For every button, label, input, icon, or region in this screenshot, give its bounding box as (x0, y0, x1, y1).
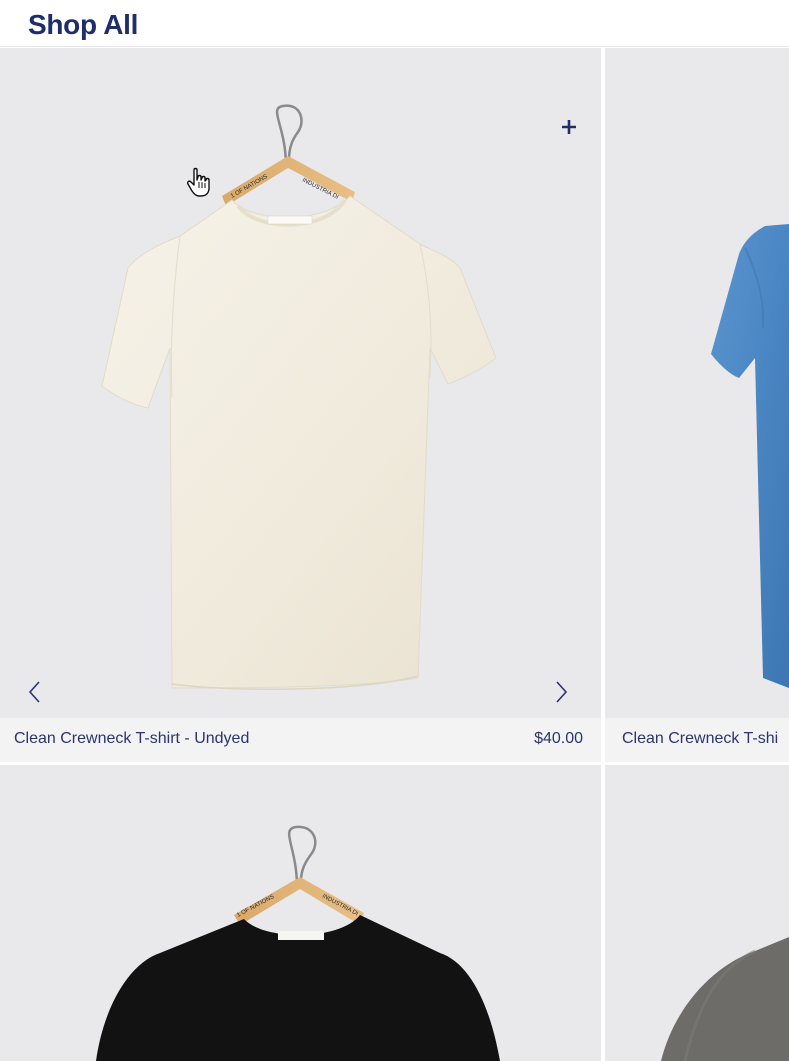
hanger-label-left: 1 OF NATIONS (230, 174, 269, 200)
chevron-left-icon (28, 681, 40, 703)
product-card-image[interactable]: INDUSTRIA DI 1 OF NATIONS (0, 48, 601, 718)
plus-icon (562, 120, 576, 134)
add-to-cart-button[interactable] (556, 114, 582, 140)
hanger-label-right: INDUSTRIA DI (321, 893, 359, 917)
header: Shop All (0, 0, 789, 47)
page-title: Shop All (28, 9, 139, 40)
product-card-image[interactable] (605, 765, 789, 1061)
previous-image-button[interactable] (22, 677, 46, 707)
chevron-right-icon (556, 681, 568, 703)
grid-divider (601, 48, 605, 1061)
white-tshirt-image: INDUSTRIA DI 1 OF NATIONS (101, 104, 497, 690)
blue-tshirt-image (711, 224, 789, 688)
product-card-image[interactable] (605, 48, 789, 718)
black-tshirt-image: INDUSTRIA DI 1 OF NATIONS (96, 825, 500, 1061)
product-name[interactable]: Clean Crewneck T-shirt - Undyed (14, 730, 249, 748)
hand-pointer-icon (186, 166, 214, 198)
product-name[interactable]: Clean Crewneck T-shi (622, 730, 778, 748)
product-info[interactable]: Clean Crewneck T-shirt - Undyed $40.00 (0, 718, 601, 762)
product-price: $40.00 (534, 730, 583, 747)
product-card-image[interactable]: INDUSTRIA DI 1 OF NATIONS (0, 765, 601, 1061)
product-info[interactable]: Clean Crewneck T-shi (605, 718, 789, 762)
grid-divider (0, 762, 789, 765)
grey-tshirt-image (661, 937, 789, 1061)
next-image-button[interactable] (550, 677, 574, 707)
